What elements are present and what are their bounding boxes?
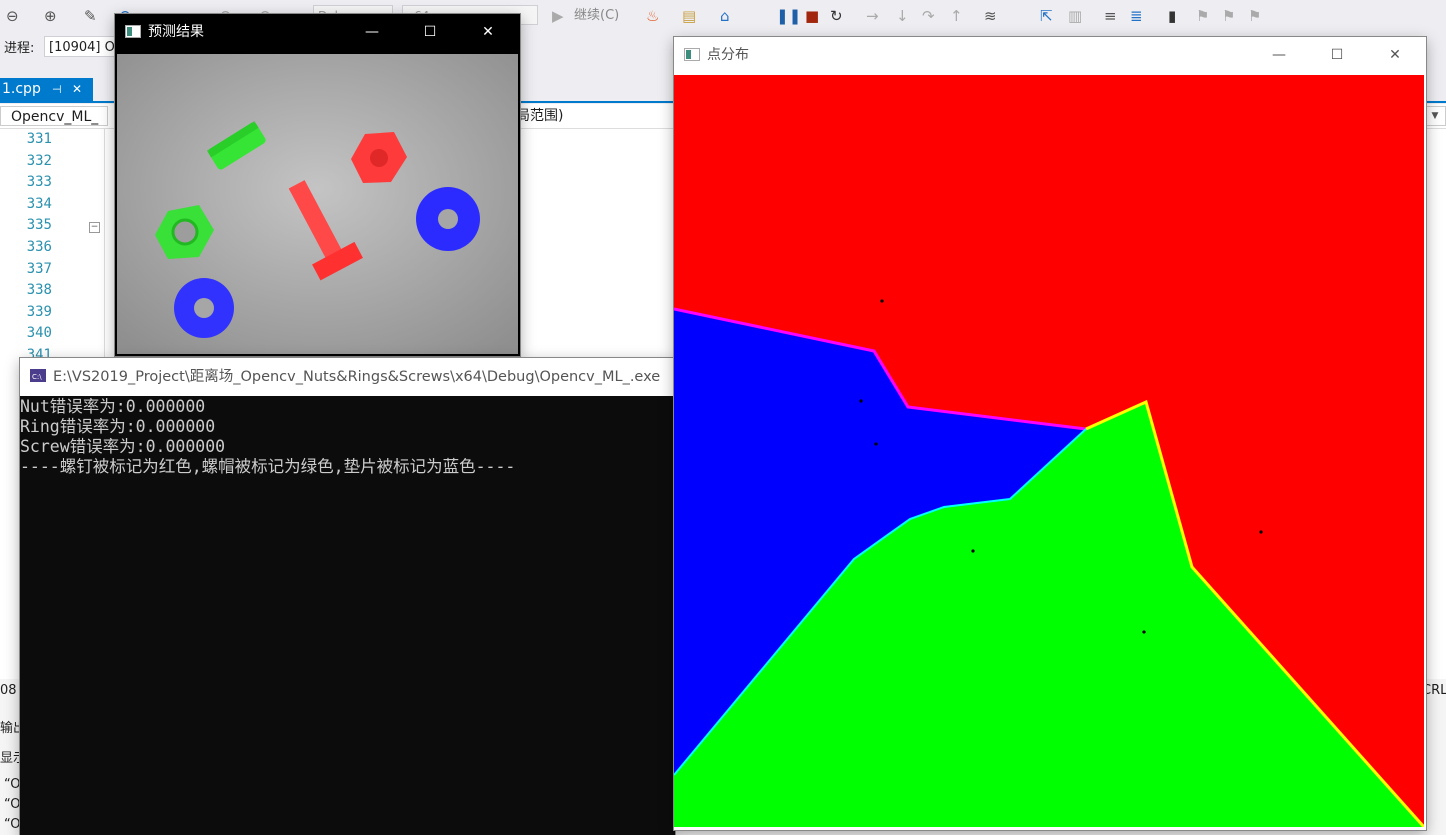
folder-icon[interactable]: ▤ <box>682 6 696 26</box>
pause-icon[interactable]: ❚❚ <box>776 6 801 26</box>
restart-icon[interactable]: ↻ <box>830 6 843 26</box>
sample-point <box>874 442 878 446</box>
line-number: 337 <box>26 260 52 277</box>
line-number: 338 <box>26 282 52 299</box>
sample-point <box>971 549 975 553</box>
bookmark-icon[interactable]: ▮ <box>1168 6 1176 26</box>
minimize-button[interactable]: — <box>1256 37 1302 74</box>
distribution-window[interactable]: 点分布 — ☐ ✕ <box>674 37 1426 830</box>
prediction-window[interactable]: 预测结果 — ☐ ✕ <box>115 14 520 356</box>
step-into-icon[interactable]: → <box>866 6 879 26</box>
console-line: ----螺钉被标记为红色,螺帽被标记为绿色,垫片被标记为蓝色---- <box>20 457 516 476</box>
console-icon: C:\ <box>30 369 46 382</box>
bookmark-prev-icon[interactable]: ⚑ <box>1196 6 1209 26</box>
play-icon: ▶ <box>552 7 564 25</box>
console-line: Nut错误率为:0.000000 <box>20 397 206 416</box>
prediction-titlebar[interactable]: 预测结果 — ☐ ✕ <box>115 14 520 51</box>
bookmark-next-icon[interactable]: ⚑ <box>1222 6 1235 26</box>
minimize-button[interactable]: — <box>349 14 395 51</box>
window-icon <box>684 48 700 61</box>
console-line: Ring错误率为:0.000000 <box>20 417 216 436</box>
project-dropdown[interactable]: Opencv_ML_ <box>0 106 108 126</box>
step-over-icon[interactable]: ↓ <box>896 6 909 26</box>
sample-point <box>859 399 863 403</box>
thread-icon[interactable]: ≋ <box>984 6 997 26</box>
close-button[interactable]: ✕ <box>1372 37 1418 74</box>
continue-button[interactable]: 继续(C) <box>574 6 619 26</box>
line-number-gutter: 331 332 333 334 335 336 337 338 339 340 341 <box>0 129 56 367</box>
prediction-image <box>117 54 518 354</box>
console-output[interactable]: Nut错误率为:0.000000 Ring错误率为:0.000000 Screw… <box>20 397 675 835</box>
console-titlebar[interactable]: C:\ E:\VS2019_Project\距离场_Opencv_Nuts&Ri… <box>20 358 675 396</box>
maximize-button[interactable]: ☐ <box>1314 37 1360 74</box>
tab-label: 1.cpp <box>2 81 41 97</box>
line-number: 336 <box>26 238 52 255</box>
line-number: 334 <box>26 195 52 212</box>
step-out-icon[interactable]: ↷ <box>922 6 935 26</box>
stop-icon[interactable]: ■ <box>805 6 819 26</box>
comment-icon[interactable]: ≣ <box>1130 6 1143 26</box>
window-title: 点分布 <box>707 47 749 63</box>
console-line: Screw错误率为:0.000000 <box>20 437 226 456</box>
process-combo[interactable]: [10904] Opencv_ML_.exe <box>44 36 116 57</box>
cursor-icon[interactable]: ⇱ <box>1040 6 1053 26</box>
collapse-icon[interactable]: − <box>89 222 100 233</box>
output-line: “O <box>4 817 21 832</box>
output-lines: “O “O “O <box>4 775 21 835</box>
split-icon[interactable]: ▼ <box>1424 106 1446 126</box>
browser-icon[interactable]: ⌂ <box>720 6 730 26</box>
line-number: 340 <box>26 325 52 342</box>
indent-icon[interactable]: ≡ <box>1104 6 1117 26</box>
scope-dropdown[interactable]: 局范围) <box>516 106 563 126</box>
line-number: 333 <box>26 174 52 191</box>
distribution-titlebar[interactable]: 点分布 — ☐ ✕ <box>674 37 1426 74</box>
close-icon[interactable]: ✕ <box>72 78 82 101</box>
maximize-button[interactable]: ☐ <box>407 14 453 51</box>
line-number: 335 <box>26 217 52 234</box>
output-line: “O <box>4 797 21 812</box>
layout-icon[interactable]: ▥ <box>1068 6 1082 26</box>
line-number: 332 <box>26 152 52 169</box>
console-title: E:\VS2019_Project\距离场_Opencv_Nuts&Rings&… <box>53 369 661 385</box>
line-number: 331 <box>26 131 52 147</box>
forward-icon[interactable]: ⊕ <box>44 6 57 26</box>
sample-point <box>1142 630 1146 634</box>
sample-point <box>880 299 884 303</box>
back-icon[interactable]: ⊖ <box>6 6 19 26</box>
line-number: 339 <box>26 303 52 320</box>
bookmark-clear-icon[interactable]: ⚑ <box>1248 6 1261 26</box>
close-button[interactable]: ✕ <box>465 14 511 51</box>
console-window[interactable]: C:\ E:\VS2019_Project\距离场_Opencv_Nuts&Ri… <box>20 358 675 835</box>
editor-scrollbar[interactable] <box>1426 129 1446 679</box>
new-item-icon[interactable]: ✎ <box>84 6 97 26</box>
process-label: 进程: <box>4 41 35 56</box>
step-up-icon[interactable]: ↑ <box>950 6 963 26</box>
decision-region-plot <box>674 75 1424 827</box>
tab-source-file[interactable]: 1.cpp ⊣ ✕ <box>0 78 93 101</box>
fold-guide <box>104 129 105 359</box>
sample-point <box>1259 530 1263 534</box>
output-line: “O <box>4 777 21 792</box>
hot-reload-icon[interactable]: ♨ <box>646 6 659 26</box>
pin-icon[interactable]: ⊣ <box>52 78 62 101</box>
svg-text:C:\: C:\ <box>32 373 42 381</box>
window-icon <box>125 25 141 38</box>
window-title: 预测结果 <box>148 24 204 40</box>
